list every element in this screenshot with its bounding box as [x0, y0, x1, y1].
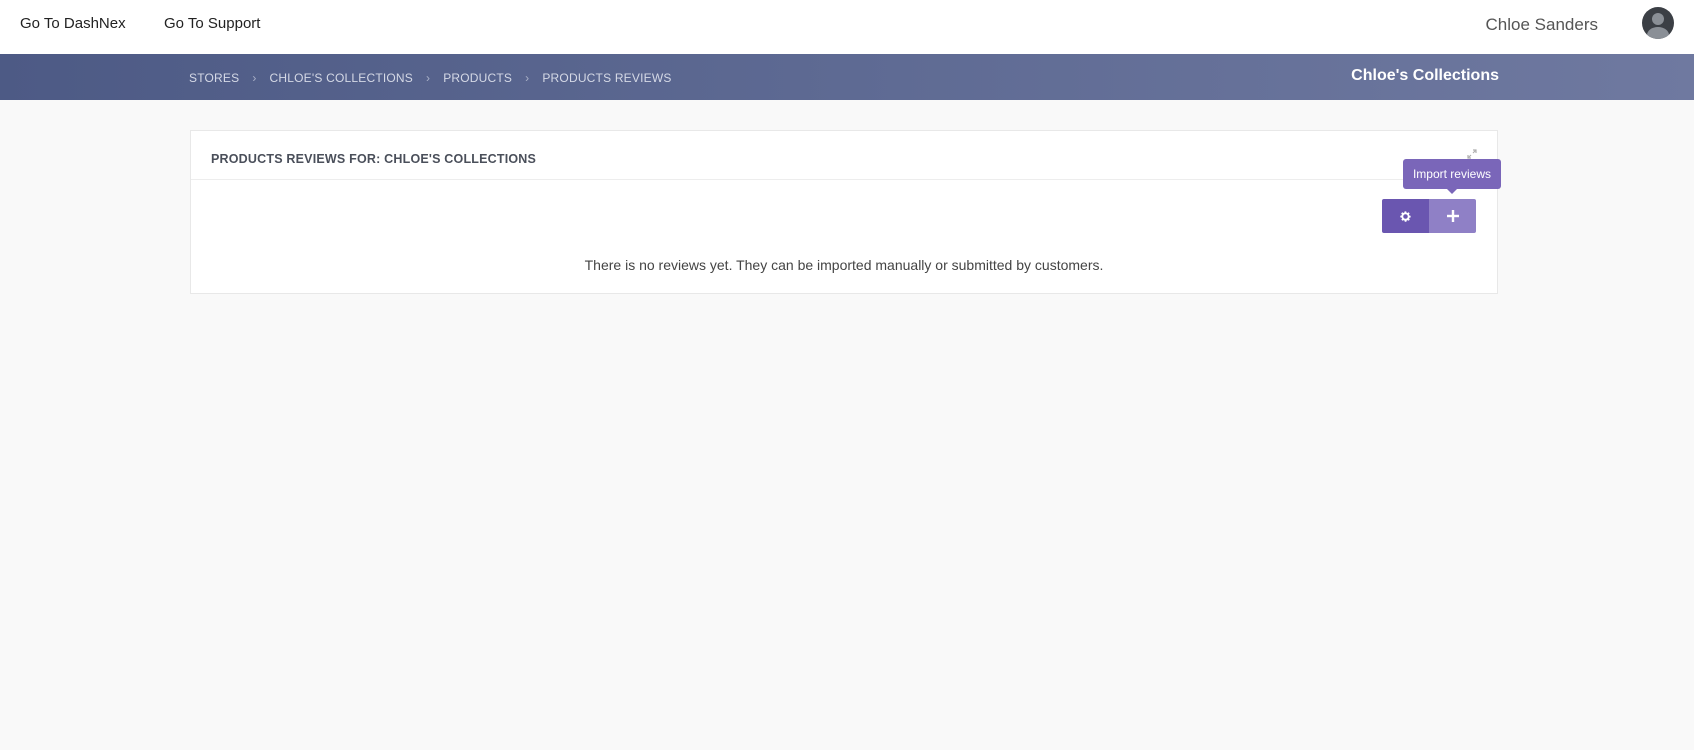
- chevron-right-icon: ›: [525, 71, 530, 85]
- top-bar: Go To DashNex Go To Support Chloe Sander…: [0, 0, 1694, 55]
- breadcrumb-item-stores[interactable]: Stores: [189, 71, 239, 85]
- plus-icon: [1446, 210, 1459, 222]
- user-name[interactable]: Chloe Sanders: [1486, 15, 1598, 35]
- panel-title: PRODUCTS REVIEWS FOR: CHLOE'S COLLECTION…: [211, 152, 537, 166]
- breadcrumb-item-products[interactable]: Products: [443, 71, 512, 85]
- settings-button[interactable]: [1382, 199, 1429, 233]
- gear-icon: [1399, 210, 1412, 223]
- chevron-right-icon: ›: [252, 71, 257, 85]
- breadcrumb-band: Stores › Chloe's Collections › Products …: [0, 54, 1694, 100]
- action-button-group: [1382, 199, 1476, 233]
- store-title: Chloe's Collections: [1351, 67, 1499, 84]
- user-avatar-icon[interactable]: [1642, 7, 1674, 39]
- breadcrumb-item-store[interactable]: Chloe's Collections: [270, 71, 413, 85]
- breadcrumb-item-products-reviews: Products Reviews: [542, 71, 672, 85]
- breadcrumb: Stores › Chloe's Collections › Products …: [189, 71, 672, 85]
- empty-state-message: There is no reviews yet. They can be imp…: [584, 257, 1104, 273]
- chevron-right-icon: ›: [426, 71, 431, 85]
- reviews-panel: PRODUCTS REVIEWS FOR: CHLOE'S COLLECTION…: [190, 130, 1501, 294]
- go-to-dashnex-link[interactable]: Go To DashNex: [20, 15, 126, 32]
- import-reviews-button[interactable]: [1429, 199, 1476, 233]
- go-to-support-link[interactable]: Go To Support: [164, 15, 260, 32]
- import-reviews-tooltip: Import reviews: [1402, 159, 1501, 194]
- panel-header: PRODUCTS REVIEWS FOR: CHLOE'S COLLECTION…: [191, 131, 1497, 180]
- expand-icon[interactable]: [1467, 149, 1477, 159]
